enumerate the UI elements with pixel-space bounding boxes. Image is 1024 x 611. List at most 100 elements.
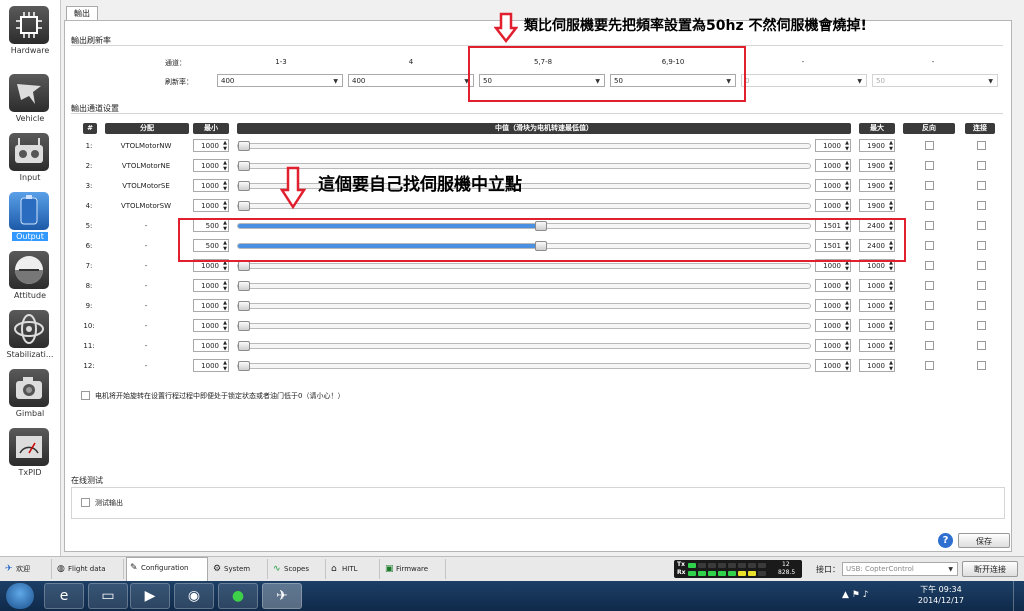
spin-down-icon[interactable]: ▼ bbox=[223, 326, 227, 332]
link-checkbox[interactable] bbox=[977, 141, 986, 150]
ie-icon[interactable]: e bbox=[44, 583, 84, 609]
neutral-spinbox[interactable]: 1000 ▲ ▼ bbox=[815, 319, 851, 332]
max-spinbox[interactable]: 1000 ▲ ▼ bbox=[859, 339, 895, 352]
spin-down-icon[interactable]: ▼ bbox=[889, 366, 893, 372]
min-spinbox[interactable]: 1000 ▲ ▼ bbox=[193, 299, 229, 312]
rate-select-5[interactable]: 0 ▼ bbox=[741, 74, 867, 87]
spin-down-icon[interactable]: ▼ bbox=[223, 166, 227, 172]
spin-down-icon[interactable]: ▼ bbox=[223, 186, 227, 192]
reverse-checkbox[interactable] bbox=[925, 321, 934, 330]
tray-icons[interactable]: ▲ ⚑ ♪ bbox=[842, 590, 868, 600]
slider-thumb[interactable] bbox=[238, 281, 250, 291]
slider-thumb[interactable] bbox=[238, 301, 250, 311]
neutral-slider[interactable] bbox=[237, 321, 811, 331]
link-checkbox[interactable] bbox=[977, 261, 986, 270]
neutral-spinbox[interactable]: 1000 ▲ ▼ bbox=[815, 359, 851, 372]
rate-select-6[interactable]: 50 ▼ bbox=[872, 74, 998, 87]
spin-down-icon[interactable]: ▼ bbox=[889, 206, 893, 212]
chrome-icon[interactable]: ◉ bbox=[174, 583, 214, 609]
neutral-spinbox[interactable]: 1000 ▲ ▼ bbox=[815, 199, 851, 212]
reverse-checkbox[interactable] bbox=[925, 161, 934, 170]
spin-down-icon[interactable]: ▼ bbox=[223, 206, 227, 212]
slider-thumb[interactable] bbox=[238, 261, 250, 271]
neutral-spinbox[interactable]: 1000 ▲ ▼ bbox=[815, 279, 851, 292]
sidebar-item-input[interactable]: Input bbox=[0, 131, 60, 189]
tab-firmware[interactable]: ▣ Firmware bbox=[382, 559, 446, 579]
spin-down-icon[interactable]: ▼ bbox=[845, 166, 849, 172]
spin-down-icon[interactable]: ▼ bbox=[845, 186, 849, 192]
reverse-checkbox[interactable] bbox=[925, 261, 934, 270]
reverse-checkbox[interactable] bbox=[925, 301, 934, 310]
max-spinbox[interactable]: 1900 ▲ ▼ bbox=[859, 139, 895, 152]
slider-thumb[interactable] bbox=[238, 321, 250, 331]
max-spinbox[interactable]: 1900 ▲ ▼ bbox=[859, 179, 895, 192]
spin-down-icon[interactable]: ▼ bbox=[223, 346, 227, 352]
gcs-app-icon[interactable]: ✈ bbox=[262, 583, 302, 609]
rate-select-1[interactable]: 400 ▼ bbox=[217, 74, 343, 87]
spin-down-icon[interactable]: ▼ bbox=[889, 186, 893, 192]
reverse-checkbox[interactable] bbox=[925, 281, 934, 290]
min-spinbox[interactable]: 1000 ▲ ▼ bbox=[193, 139, 229, 152]
neutral-slider[interactable] bbox=[237, 341, 811, 351]
link-checkbox[interactable] bbox=[977, 181, 986, 190]
spin-down-icon[interactable]: ▼ bbox=[845, 366, 849, 372]
min-spinbox[interactable]: 1000 ▲ ▼ bbox=[193, 199, 229, 212]
link-checkbox[interactable] bbox=[977, 361, 986, 370]
link-checkbox[interactable] bbox=[977, 241, 986, 250]
neutral-slider[interactable] bbox=[237, 201, 811, 211]
neutral-spinbox[interactable]: 1000 ▲ ▼ bbox=[815, 139, 851, 152]
media-player-icon[interactable]: ▶ bbox=[130, 583, 170, 609]
save-button[interactable]: 保存 bbox=[958, 533, 1010, 548]
slider-thumb[interactable] bbox=[238, 181, 250, 191]
sidebar-item-attitude[interactable]: Attitude bbox=[0, 249, 60, 307]
slider-thumb[interactable] bbox=[238, 341, 250, 351]
spin-down-icon[interactable]: ▼ bbox=[889, 266, 893, 272]
sidebar-item-output[interactable]: Output bbox=[0, 190, 60, 248]
spin-down-icon[interactable]: ▼ bbox=[845, 346, 849, 352]
max-spinbox[interactable]: 1900 ▲ ▼ bbox=[859, 199, 895, 212]
slider-thumb[interactable] bbox=[238, 361, 250, 371]
min-spinbox[interactable]: 1000 ▲ ▼ bbox=[193, 339, 229, 352]
min-spinbox[interactable]: 1000 ▲ ▼ bbox=[193, 359, 229, 372]
neutral-slider[interactable] bbox=[237, 141, 811, 151]
neutral-slider[interactable] bbox=[237, 261, 811, 271]
spin-down-icon[interactable]: ▼ bbox=[223, 366, 227, 372]
neutral-spinbox[interactable]: 1000 ▲ ▼ bbox=[815, 159, 851, 172]
min-spinbox[interactable]: 1000 ▲ ▼ bbox=[193, 279, 229, 292]
slider-thumb[interactable] bbox=[238, 161, 250, 171]
sidebar-item-gimbal[interactable]: Gimbal bbox=[0, 367, 60, 425]
spin-down-icon[interactable]: ▼ bbox=[845, 286, 849, 292]
reverse-checkbox[interactable] bbox=[925, 361, 934, 370]
slider-thumb[interactable] bbox=[238, 141, 250, 151]
tab-system[interactable]: ⚙ System bbox=[210, 559, 268, 579]
folder-icon[interactable]: ▭ bbox=[88, 583, 128, 609]
min-spinbox[interactable]: 1000 ▲ ▼ bbox=[193, 319, 229, 332]
spin-down-icon[interactable]: ▼ bbox=[889, 306, 893, 312]
reverse-checkbox[interactable] bbox=[925, 181, 934, 190]
min-spinbox[interactable]: 1000 ▲ ▼ bbox=[193, 179, 229, 192]
spin-down-icon[interactable]: ▼ bbox=[223, 306, 227, 312]
neutral-slider[interactable] bbox=[237, 301, 811, 311]
reverse-checkbox[interactable] bbox=[925, 141, 934, 150]
min-spinbox[interactable]: 1000 ▲ ▼ bbox=[193, 159, 229, 172]
disconnect-button[interactable]: 断开连接 bbox=[962, 561, 1018, 577]
help-icon[interactable]: ? bbox=[938, 533, 953, 548]
slider-thumb[interactable] bbox=[238, 201, 250, 211]
show-desktop-button[interactable] bbox=[1013, 581, 1024, 611]
sidebar-item-vehicle[interactable]: Vehicle bbox=[0, 72, 60, 130]
sidebar-item-stabilization[interactable]: Stabilizati... bbox=[0, 308, 60, 366]
spin-down-icon[interactable]: ▼ bbox=[845, 326, 849, 332]
link-checkbox[interactable] bbox=[977, 341, 986, 350]
spin-down-icon[interactable]: ▼ bbox=[845, 306, 849, 312]
link-checkbox[interactable] bbox=[977, 161, 986, 170]
tab-scopes[interactable]: ∿ Scopes bbox=[270, 559, 326, 579]
tab-configuration[interactable]: ✎ Configuration bbox=[126, 557, 208, 581]
neutral-spinbox[interactable]: 1000 ▲ ▼ bbox=[815, 179, 851, 192]
spin-down-icon[interactable]: ▼ bbox=[889, 286, 893, 292]
reverse-checkbox[interactable] bbox=[925, 241, 934, 250]
spin-down-icon[interactable]: ▼ bbox=[889, 166, 893, 172]
link-checkbox[interactable] bbox=[977, 321, 986, 330]
spin-down-icon[interactable]: ▼ bbox=[845, 206, 849, 212]
link-checkbox[interactable] bbox=[977, 201, 986, 210]
spin-down-icon[interactable]: ▼ bbox=[845, 146, 849, 152]
